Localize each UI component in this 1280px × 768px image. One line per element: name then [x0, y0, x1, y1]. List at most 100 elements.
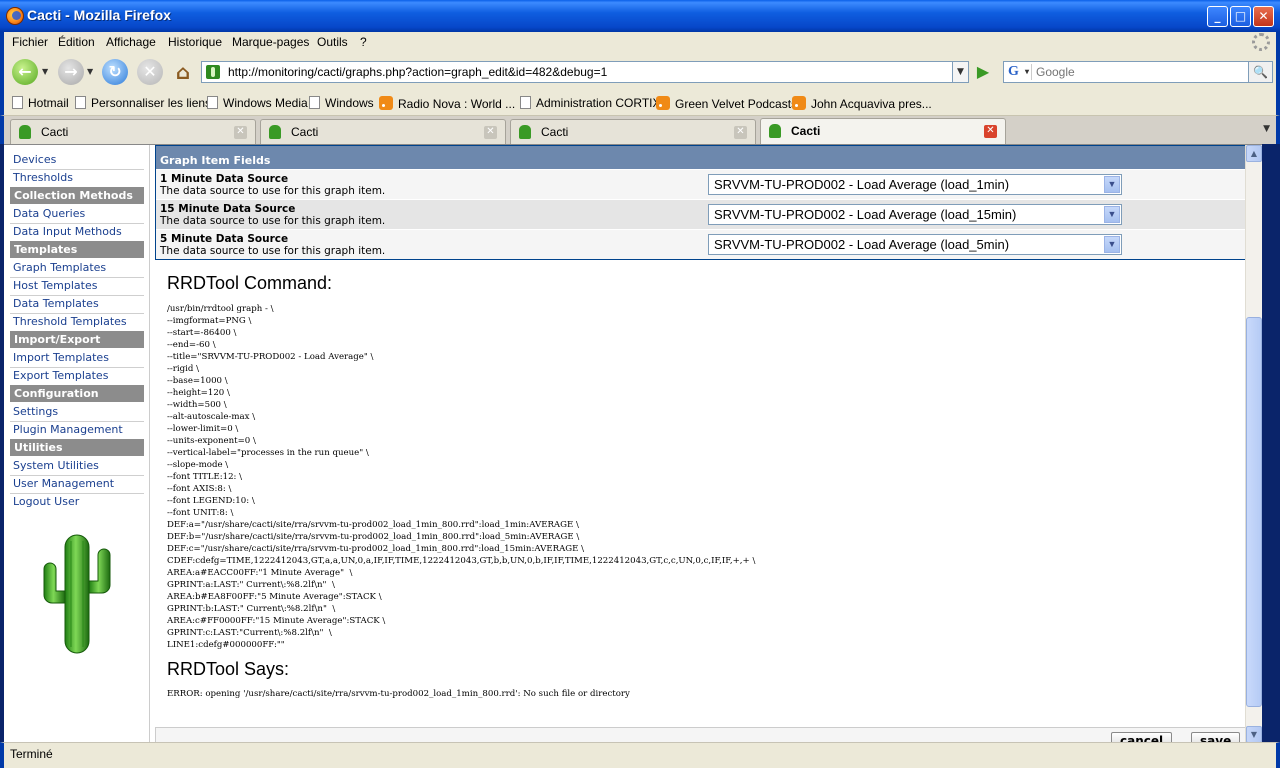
- rrdtool-command-line: CDEF:cdefg=TIME,1222412043,GT,a,a,UN,0,a…: [167, 556, 756, 566]
- sidebar-item-logout-user[interactable]: Logout User: [13, 495, 79, 508]
- rrdtool-command-line: --imgformat=PNG \: [167, 316, 252, 326]
- search-input[interactable]: [1036, 64, 1216, 80]
- rrdtool-command-line: --end=-60 \: [167, 340, 216, 350]
- chevron-down-icon[interactable]: ▼: [1104, 206, 1120, 223]
- form-button-bar: cancel save: [155, 727, 1254, 742]
- maximize-button[interactable]: □: [1230, 6, 1251, 27]
- sidebar-item-export-templates[interactable]: Export Templates: [13, 369, 108, 382]
- sidebar-item-import-templates[interactable]: Import Templates: [13, 351, 109, 364]
- url-text[interactable]: http://monitoring/cacti/graphs.php?actio…: [228, 65, 607, 79]
- rrdtool-command-line: GPRINT:a:LAST:" Current\:%8.2lf\n" \: [167, 580, 335, 590]
- page-icon: [207, 96, 218, 109]
- chevron-down-icon[interactable]: ▼: [1104, 236, 1120, 253]
- menu-historique[interactable]: Historique: [168, 35, 222, 49]
- bookmark-green-velvet[interactable]: Green Velvet Podcasts: [656, 96, 797, 111]
- sidebar-item-plugin-management[interactable]: Plugin Management: [13, 423, 123, 436]
- field-description: The data source to use for this graph it…: [160, 185, 386, 197]
- rss-icon: [792, 96, 806, 110]
- bookmark-personnaliser[interactable]: Personnaliser les liens: [75, 96, 211, 110]
- data-source-select-5min[interactable]: SRVVM-TU-PROD002 - Load Average (load_5m…: [708, 234, 1122, 255]
- close-window-button[interactable]: ✕: [1253, 6, 1274, 27]
- sidebar: Devices Thresholds Collection Methods Da…: [4, 145, 150, 742]
- bookmark-radio-nova[interactable]: Radio Nova : World ...: [379, 96, 515, 111]
- url-bar[interactable]: http://monitoring/cacti/graphs.php?actio…: [201, 61, 953, 83]
- minimize-button[interactable]: _: [1207, 6, 1228, 27]
- bookmark-label: Green Velvet Podcasts: [675, 97, 798, 111]
- bookmark-hotmail[interactable]: Hotmail: [12, 96, 69, 110]
- tab-cacti-3[interactable]: Cacti ✕: [510, 119, 756, 144]
- sidebar-item-user-management[interactable]: User Management: [13, 477, 114, 490]
- tab-cacti-2[interactable]: Cacti ✕: [260, 119, 506, 144]
- scroll-down-icon[interactable]: ▼: [1246, 726, 1262, 742]
- field-name: 1 Minute Data Source: [160, 173, 289, 185]
- stop-button[interactable]: ✕: [137, 59, 163, 85]
- menu-marque-pages[interactable]: Marque-pages: [232, 35, 309, 49]
- search-bar[interactable]: G: [1003, 61, 1249, 83]
- tab-strip: Cacti ✕ Cacti ✕ Cacti ✕ Cacti ✕ ▼: [0, 116, 1280, 144]
- save-button[interactable]: save: [1191, 732, 1241, 742]
- tab-list-dropdown[interactable]: ▼: [1263, 124, 1270, 134]
- menu-help[interactable]: ?: [360, 35, 367, 49]
- navigation-toolbar: ← ▼ → ▼ ↻ ✕ ⌂ http://monitoring/cacti/gr…: [0, 54, 1280, 90]
- tab-close-icon[interactable]: ✕: [484, 126, 497, 139]
- vertical-scrollbar[interactable]: ▲ ▼: [1245, 145, 1262, 742]
- bookmark-windows[interactable]: Windows: [309, 96, 374, 110]
- menu-affichage[interactable]: Affichage: [106, 35, 156, 49]
- rrdtool-command-line: /usr/bin/rrdtool graph - \: [167, 304, 274, 314]
- tab-close-icon[interactable]: ✕: [984, 125, 997, 138]
- rrdtool-command-line: --rigid \: [167, 364, 200, 374]
- field-name: 15 Minute Data Source: [160, 203, 296, 215]
- tab-cacti-4-active[interactable]: Cacti ✕: [760, 118, 1006, 144]
- sidebar-item-data-templates[interactable]: Data Templates: [13, 297, 99, 310]
- sidebar-item-host-templates[interactable]: Host Templates: [13, 279, 97, 292]
- status-bar: Terminé: [0, 742, 1280, 768]
- rrdtool-command-line: GPRINT:c:LAST:"Current\:%8.2lf\n" \: [167, 628, 332, 638]
- sidebar-item-devices[interactable]: Devices: [13, 153, 56, 166]
- tab-cacti-1[interactable]: Cacti ✕: [10, 119, 256, 144]
- forward-button[interactable]: →: [58, 59, 84, 85]
- status-text: Terminé: [10, 747, 53, 761]
- divider: [10, 475, 144, 476]
- menu-edition[interactable]: Édition: [58, 35, 95, 49]
- sidebar-item-thresholds[interactable]: Thresholds: [13, 171, 73, 184]
- cancel-button[interactable]: cancel: [1111, 732, 1173, 742]
- cacti-favicon-icon: [269, 125, 281, 139]
- tab-close-icon[interactable]: ✕: [734, 126, 747, 139]
- chevron-down-icon[interactable]: ▼: [1104, 176, 1120, 193]
- graph-item-fields-header: Graph Item Fields: [156, 152, 1253, 169]
- rrdtool-command-line: --alt-autoscale-max \: [167, 412, 256, 422]
- data-source-select-1min[interactable]: SRVVM-TU-PROD002 - Load Average (load_1m…: [708, 174, 1122, 195]
- divider: [10, 169, 144, 170]
- cacti-favicon-icon: [519, 125, 531, 139]
- sidebar-item-system-utilities[interactable]: System Utilities: [13, 459, 99, 472]
- back-button[interactable]: ←: [12, 59, 38, 85]
- bookmark-john-acquaviva[interactable]: John Acquaviva pres...: [792, 96, 932, 111]
- menu-bar: Fichier Édition Affichage Historique Mar…: [0, 32, 1280, 54]
- menu-outils[interactable]: Outils: [317, 35, 348, 49]
- menu-fichier[interactable]: Fichier: [12, 35, 48, 49]
- back-history-dropdown[interactable]: ▼: [42, 67, 48, 76]
- sidebar-item-threshold-templates[interactable]: Threshold Templates: [13, 315, 127, 328]
- search-go-button[interactable]: 🔍: [1249, 61, 1273, 83]
- data-source-select-15min[interactable]: SRVVM-TU-PROD002 - Load Average (load_15…: [708, 204, 1122, 225]
- tab-close-icon[interactable]: ✕: [234, 126, 247, 139]
- bookmark-windows-media[interactable]: Windows Media: [207, 96, 308, 110]
- sidebar-item-data-queries[interactable]: Data Queries: [13, 207, 85, 220]
- search-engine-icon[interactable]: G: [1006, 64, 1032, 80]
- sidebar-heading-collection-methods: Collection Methods: [10, 187, 144, 204]
- forward-history-dropdown[interactable]: ▼: [87, 67, 93, 76]
- sidebar-item-data-input-methods[interactable]: Data Input Methods: [13, 225, 122, 238]
- scrollbar-thumb[interactable]: [1246, 317, 1262, 707]
- sidebar-item-graph-templates[interactable]: Graph Templates: [13, 261, 106, 274]
- sidebar-item-settings[interactable]: Settings: [13, 405, 58, 418]
- scroll-up-icon[interactable]: ▲: [1246, 145, 1262, 162]
- rrdtool-command-line: --font TITLE:12: \: [167, 472, 243, 482]
- divider: [10, 313, 144, 314]
- reload-button[interactable]: ↻: [102, 59, 128, 85]
- url-history-dropdown[interactable]: ▼: [953, 61, 969, 83]
- bookmarks-toolbar: Hotmail Personnaliser les liens Windows …: [0, 90, 1280, 116]
- rrdtool-command-line: --start=-86400 \: [167, 328, 237, 338]
- go-button[interactable]: ▶: [973, 63, 993, 81]
- bookmark-administration-cortix[interactable]: Administration CORTIX: [520, 96, 660, 110]
- home-button[interactable]: ⌂: [170, 59, 196, 85]
